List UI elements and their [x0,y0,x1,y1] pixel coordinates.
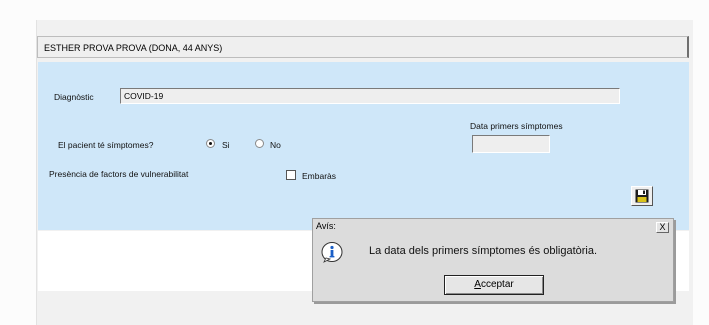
radio-selected-dot [209,142,212,145]
first-symptoms-label: Data primers símptomes [470,121,563,131]
save-button[interactable] [631,186,653,206]
accept-label: cceptar [480,279,514,290]
diagnosis-form: Diagnòstic COVID-19 Data primers símptom… [38,62,689,230]
diagnosis-label: Diagnòstic [54,92,94,102]
symptoms-yes-label: Si [222,140,230,150]
info-icon [321,242,343,263]
pregnancy-label: Embaràs [302,171,337,181]
accept-button[interactable]: Acceptar [444,275,544,295]
warning-dialog: Avís: X La data dels primers símptomes é… [312,218,674,302]
symptoms-question: El pacient té símptomes? [58,140,154,150]
symptoms-no-radio[interactable] [255,139,264,148]
dialog-title: Avís: [316,221,336,231]
accept-mnemonic: A [474,279,481,290]
patient-header: ESTHER PROVA PROVA (DONA, 44 ANYS) [37,36,689,58]
floppy-disk-icon [635,189,649,203]
symptoms-no-label: No [270,140,281,150]
first-symptoms-date-field[interactable] [472,135,550,153]
close-icon[interactable]: X [656,222,669,233]
vulnerability-label: Presència de factors de vulnerabilitat [49,169,189,179]
diagnosis-field[interactable]: COVID-19 [120,88,620,104]
symptoms-yes-radio[interactable] [206,139,215,148]
dialog-message: La data dels primers símptomes és obliga… [369,245,598,257]
pregnancy-checkbox[interactable] [286,170,296,180]
